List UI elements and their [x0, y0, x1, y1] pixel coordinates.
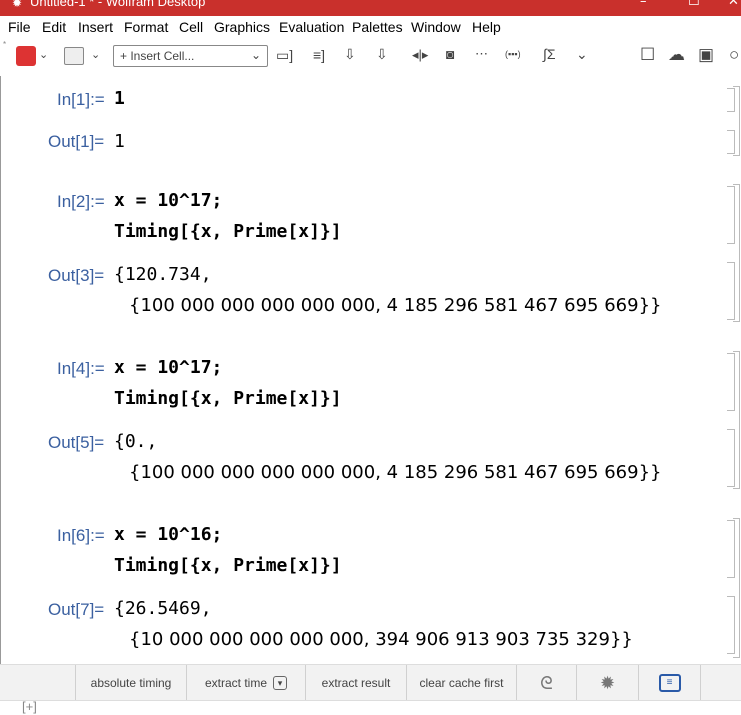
template-icon[interactable]: (▪▪▪) — [505, 49, 521, 59]
collapse-icon[interactable]: ⌄ — [576, 46, 588, 63]
absolute-timing-label: absolute timing — [90, 676, 172, 690]
menu-evaluation[interactable]: Evaluation — [279, 19, 344, 35]
input-code-line1[interactable]: x = 10^17; — [114, 190, 222, 211]
extract-time-button[interactable]: extract time ▾ — [187, 665, 306, 701]
input-code-line2[interactable]: Timing[{x, Prime[x]}] — [114, 221, 342, 242]
menu-cell[interactable]: Cell — [179, 19, 203, 35]
notebook-icon[interactable]: ▣ — [698, 45, 714, 65]
output-value: 1 — [114, 131, 125, 152]
in-label: In[2]:= — [57, 192, 105, 211]
output-line1: {26.5469, — [114, 598, 212, 619]
in-label: In[6]:= — [57, 526, 105, 545]
menu-help[interactable]: Help — [472, 19, 501, 35]
notebook-area[interactable]: In[1]:= 1 Out[1]= 1 In[2]:= x = 10^17; T… — [0, 76, 741, 664]
spiral-icon[interactable]: ᘓ — [517, 665, 577, 701]
input-code-line1[interactable]: x = 10^17; — [114, 357, 222, 378]
abort-icon[interactable]: ◙ — [446, 46, 454, 62]
menu-palettes[interactable]: Palettes — [352, 19, 403, 35]
minimize-button[interactable]: – — [640, 0, 647, 9]
window-title: Untitled-1 * - Wolfram Desktop — [30, 0, 206, 9]
insert-cell-select[interactable]: + Insert Cell... ⌄ — [113, 45, 268, 67]
out-label: Out[7]= — [48, 600, 105, 619]
output-line2: {10 000 000 000 000 000, 394 906 913 903… — [129, 629, 633, 650]
output-line2: {100 000 000 000 000 000, 4 185 296 581 … — [129, 462, 662, 483]
in-label: In[4]:= — [57, 359, 105, 378]
extract-time-label: extract time — [204, 676, 267, 690]
toolbar: * ⌄ ⌄ + Insert Cell... ⌄ ▭] ≡] ⇩ ⇩ ◂|▸ ◙… — [0, 38, 741, 76]
input-code-line2[interactable]: Timing[{x, Prime[x]}] — [114, 388, 342, 409]
group-bracket[interactable] — [733, 86, 740, 156]
menu-file[interactable]: File — [8, 19, 31, 35]
output-line2: {100 000 000 000 000 000, 4 185 296 581 … — [129, 295, 662, 316]
group-bracket[interactable] — [733, 518, 740, 658]
menu-format[interactable]: Format — [124, 19, 168, 35]
close-button[interactable]: ✕ — [728, 0, 739, 9]
input-code[interactable]: 1 — [114, 88, 125, 109]
absolute-timing-button[interactable]: absolute timing — [75, 665, 187, 701]
extract-result-button[interactable]: extract result — [306, 665, 407, 701]
maximize-button[interactable]: ☐ — [688, 0, 700, 9]
chevron-down-icon: ⌄ — [250, 48, 261, 62]
menu-edit[interactable]: Edit — [42, 19, 66, 35]
wolfram-logo-icon: ✹ — [12, 0, 23, 10]
cell-menu-dropdown-icon[interactable]: ⌄ — [91, 48, 100, 61]
suggestions-bar: absolute timing extract time ▾ extract r… — [0, 664, 741, 701]
group-icon[interactable]: ≡] — [313, 47, 325, 63]
group-bracket[interactable] — [733, 184, 740, 322]
extract-result-label: extract result — [321, 676, 391, 690]
gear-icon[interactable]: ✹ — [577, 665, 639, 701]
group-bracket[interactable] — [733, 351, 740, 489]
output-cell-icon[interactable]: ⇩ — [376, 46, 388, 63]
input-cell-icon[interactable]: ⇩ — [344, 46, 356, 63]
cloud-upload-icon[interactable]: ☁ — [668, 45, 685, 65]
out-label: Out[1]= — [48, 132, 105, 151]
math-template-icon[interactable]: ∫Σ — [543, 46, 556, 62]
evaluate-icon[interactable] — [16, 46, 36, 66]
input-code-line1[interactable]: x = 10^16; — [114, 524, 222, 545]
pin-icon[interactable]: * — [3, 40, 6, 49]
clear-cache-first-button[interactable]: clear cache first — [407, 665, 517, 701]
output-line1: {120.734, — [114, 264, 212, 285]
cell-bracket-icon[interactable]: ▭] — [276, 47, 293, 64]
chat-icon[interactable]: ☐ — [640, 45, 655, 65]
out-label: Out[5]= — [48, 433, 105, 452]
status-bar: [+] — [0, 699, 741, 715]
search-icon[interactable]: ○ — [729, 45, 739, 65]
dropdown-arrow-icon: ▾ — [273, 676, 287, 690]
menu-graphics[interactable]: Graphics — [214, 19, 270, 35]
menu-insert[interactable]: Insert — [78, 19, 113, 35]
comment-icon: ≡ — [658, 674, 681, 692]
comment-button[interactable]: ≡ — [639, 665, 701, 701]
out-label: Out[3]= — [48, 266, 105, 285]
new-cell-indicator[interactable]: [+] — [22, 699, 37, 714]
cell-menu-icon[interactable] — [64, 47, 84, 65]
evaluate-dropdown-icon[interactable]: ⌄ — [39, 48, 48, 61]
title-bar: ✹ Untitled-1 * - Wolfram Desktop – ☐ ✕ — [0, 0, 741, 16]
in-label: In[1]:= — [57, 90, 105, 109]
output-line1: {0., — [114, 431, 158, 452]
input-code-line2[interactable]: Timing[{x, Prime[x]}] — [114, 555, 342, 576]
insert-cell-label: + Insert Cell... — [120, 49, 195, 63]
menu-window[interactable]: Window — [411, 19, 461, 35]
menu-bar: File Edit Insert Format Cell Graphics Ev… — [0, 16, 741, 38]
more-icon[interactable]: ⋯ — [475, 46, 488, 62]
split-icon[interactable]: ◂|▸ — [412, 47, 428, 63]
clear-cache-first-label: clear cache first — [419, 676, 504, 690]
